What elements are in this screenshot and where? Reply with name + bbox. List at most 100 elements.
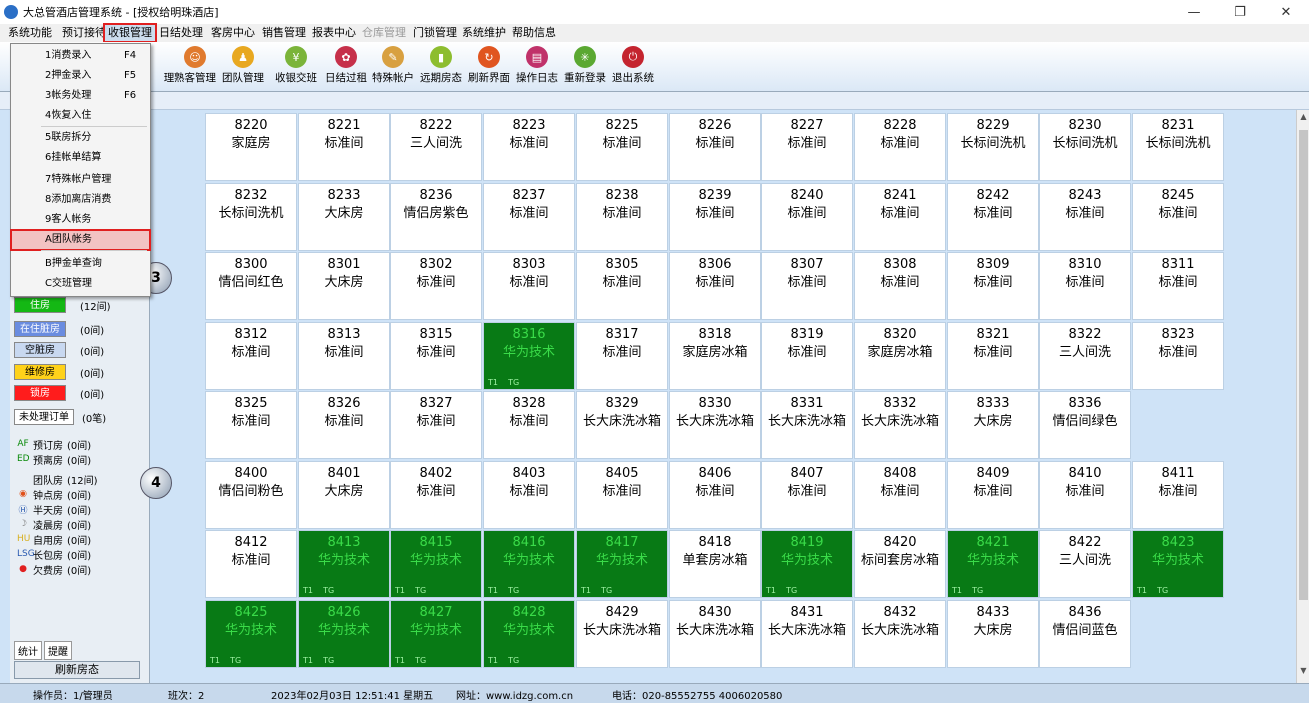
room-cell-8330[interactable]: 8330 长大床洗冰箱 (669, 391, 761, 459)
room-cell-8328[interactable]: 8328 标准间 (483, 391, 575, 459)
toolbar-button-3[interactable]: ♟ 团队管理 (220, 46, 266, 90)
toolbar-button-5[interactable]: ✿ 日结过租 (323, 46, 369, 90)
room-cell-8230[interactable]: 8230 长标间洗机 (1039, 113, 1131, 181)
menu-item-3[interactable]: 收银管理 (103, 23, 157, 43)
dropdown-item-9[interactable]: 9客人帐务 (11, 210, 150, 230)
room-cell-8315[interactable]: 8315 标准间 (390, 322, 482, 390)
room-cell-8305[interactable]: 8305 标准间 (576, 252, 668, 320)
room-cell-8336[interactable]: 8336 情侣间绿色 (1039, 391, 1131, 459)
room-cell-8228[interactable]: 8228 标准间 (854, 113, 946, 181)
dropdown-item-5[interactable]: 5联房拆分 (11, 128, 150, 148)
floor-badge-4[interactable]: 4 (140, 467, 172, 499)
room-cell-8405[interactable]: 8405 标准间 (576, 461, 668, 529)
toolbar-button-9[interactable]: ▤ 操作日志 (514, 46, 560, 90)
room-cell-8317[interactable]: 8317 标准间 (576, 322, 668, 390)
minimize-button[interactable]: — (1171, 0, 1217, 24)
room-cell-8419[interactable]: 8419 华为技术 T1 TG (761, 530, 853, 598)
room-cell-8307[interactable]: 8307 标准间 (761, 252, 853, 320)
room-cell-8241[interactable]: 8241 标准间 (854, 183, 946, 251)
refresh-room-status-button[interactable]: 刷新房态 (14, 661, 140, 679)
room-cell-8333[interactable]: 8333 大床房 (947, 391, 1039, 459)
room-cell-8408[interactable]: 8408 标准间 (854, 461, 946, 529)
room-cell-8321[interactable]: 8321 标准间 (947, 322, 1039, 390)
scroll-down-arrow-icon[interactable]: ▼ (1297, 666, 1309, 680)
room-cell-8240[interactable]: 8240 标准间 (761, 183, 853, 251)
menu-item-6[interactable]: 销售管理 (258, 24, 310, 42)
room-cell-8430[interactable]: 8430 长大床洗冰箱 (669, 600, 761, 668)
room-status-filter-button[interactable]: 住房 (14, 297, 66, 313)
dropdown-item-3[interactable]: 3帐务处理 F6 (11, 86, 150, 106)
room-cell-8243[interactable]: 8243 标准间 (1039, 183, 1131, 251)
room-cell-8331[interactable]: 8331 长大床洗冰箱 (761, 391, 853, 459)
room-cell-8415[interactable]: 8415 华为技术 T1 TG (390, 530, 482, 598)
toolbar-button-7[interactable]: ▮ 远期房态 (418, 46, 464, 90)
room-cell-8238[interactable]: 8238 标准间 (576, 183, 668, 251)
room-cell-8426[interactable]: 8426 华为技术 T1 TG (298, 600, 390, 668)
dropdown-item-1[interactable]: 1消费录入 F4 (11, 46, 150, 66)
dropdown-item-12[interactable]: C交班管理 (11, 274, 150, 294)
room-status-filter-button[interactable]: 未处理订单 (14, 409, 74, 425)
dropdown-item-4[interactable]: 4恢复入住 (11, 106, 150, 126)
room-cell-8311[interactable]: 8311 标准间 (1132, 252, 1224, 320)
toolbar-button-6[interactable]: ✎ 特殊帐户 (370, 46, 416, 90)
menu-item-10[interactable]: 系统维护 (458, 24, 510, 42)
room-cell-8232[interactable]: 8232 长标间洗机 (205, 183, 297, 251)
room-cell-8319[interactable]: 8319 标准间 (761, 322, 853, 390)
room-cell-8233[interactable]: 8233 大床房 (298, 183, 390, 251)
menu-item-11[interactable]: 帮助信息 (508, 24, 560, 42)
room-cell-8418[interactable]: 8418 单套房冰箱 (669, 530, 761, 598)
room-cell-8420[interactable]: 8420 标间套房冰箱 (854, 530, 946, 598)
room-cell-8421[interactable]: 8421 华为技术 T1 TG (947, 530, 1039, 598)
room-cell-8400[interactable]: 8400 情侣间粉色 (205, 461, 297, 529)
room-cell-8237[interactable]: 8237 标准间 (483, 183, 575, 251)
dropdown-item-6[interactable]: 6挂帐单结算 (11, 148, 150, 168)
dropdown-item-7[interactable]: 7特殊帐户管理 (11, 170, 150, 190)
menu-item-5[interactable]: 客房中心 (207, 24, 259, 42)
room-cell-8413[interactable]: 8413 华为技术 T1 TG (298, 530, 390, 598)
room-cell-8410[interactable]: 8410 标准间 (1039, 461, 1131, 529)
toolbar-button-8[interactable]: ↻ 刷新界面 (466, 46, 512, 90)
room-cell-8417[interactable]: 8417 华为技术 T1 TG (576, 530, 668, 598)
room-cell-8323[interactable]: 8323 标准间 (1132, 322, 1224, 390)
room-cell-8306[interactable]: 8306 标准间 (669, 252, 761, 320)
menu-item-2[interactable]: 预订接待 (58, 24, 110, 42)
room-cell-8312[interactable]: 8312 标准间 (205, 322, 297, 390)
room-cell-8422[interactable]: 8422 三人间洗 (1039, 530, 1131, 598)
room-cell-8326[interactable]: 8326 标准间 (298, 391, 390, 459)
room-cell-8327[interactable]: 8327 标准间 (390, 391, 482, 459)
room-cell-8406[interactable]: 8406 标准间 (669, 461, 761, 529)
room-cell-8239[interactable]: 8239 标准间 (669, 183, 761, 251)
menu-item-9[interactable]: 门锁管理 (409, 24, 461, 42)
maximize-button[interactable]: ❐ (1217, 0, 1263, 24)
dropdown-item-8[interactable]: 8添加离店消费 (11, 190, 150, 210)
room-cell-8402[interactable]: 8402 标准间 (390, 461, 482, 529)
menu-item-1[interactable]: 系统功能 (4, 24, 56, 42)
room-cell-8425[interactable]: 8425 华为技术 T1 TG (205, 600, 297, 668)
tab-stats[interactable]: 统计 (14, 641, 42, 660)
room-cell-8310[interactable]: 8310 标准间 (1039, 252, 1131, 320)
room-cell-8303[interactable]: 8303 标准间 (483, 252, 575, 320)
room-cell-8412[interactable]: 8412 标准间 (205, 530, 297, 598)
room-cell-8429[interactable]: 8429 长大床洗冰箱 (576, 600, 668, 668)
tab-remind[interactable]: 提醒 (44, 641, 72, 660)
toolbar-button-10[interactable]: ✳ 重新登录 (562, 46, 608, 90)
room-cell-8308[interactable]: 8308 标准间 (854, 252, 946, 320)
room-cell-8300[interactable]: 8300 情侣间红色 (205, 252, 297, 320)
room-status-filter-button[interactable]: 维修房 (14, 364, 66, 380)
room-cell-8428[interactable]: 8428 华为技术 T1 TG (483, 600, 575, 668)
menu-item-7[interactable]: 报表中心 (308, 24, 360, 42)
room-status-filter-button[interactable]: 空脏房 (14, 342, 66, 358)
room-cell-8313[interactable]: 8313 标准间 (298, 322, 390, 390)
room-cell-8329[interactable]: 8329 长大床洗冰箱 (576, 391, 668, 459)
menu-item-8[interactable]: 仓库管理 (358, 24, 410, 42)
close-button[interactable]: ✕ (1263, 0, 1309, 24)
room-cell-8423[interactable]: 8423 华为技术 T1 TG (1132, 530, 1224, 598)
room-cell-8427[interactable]: 8427 华为技术 T1 TG (390, 600, 482, 668)
room-cell-8245[interactable]: 8245 标准间 (1132, 183, 1224, 251)
room-cell-8318[interactable]: 8318 家庭房冰箱 (669, 322, 761, 390)
scroll-thumb[interactable] (1299, 130, 1308, 600)
room-cell-8229[interactable]: 8229 长标间洗机 (947, 113, 1039, 181)
room-cell-8227[interactable]: 8227 标准间 (761, 113, 853, 181)
room-cell-8433[interactable]: 8433 大床房 (947, 600, 1039, 668)
toolbar-button-4[interactable]: ¥ 收银交班 (273, 46, 319, 90)
